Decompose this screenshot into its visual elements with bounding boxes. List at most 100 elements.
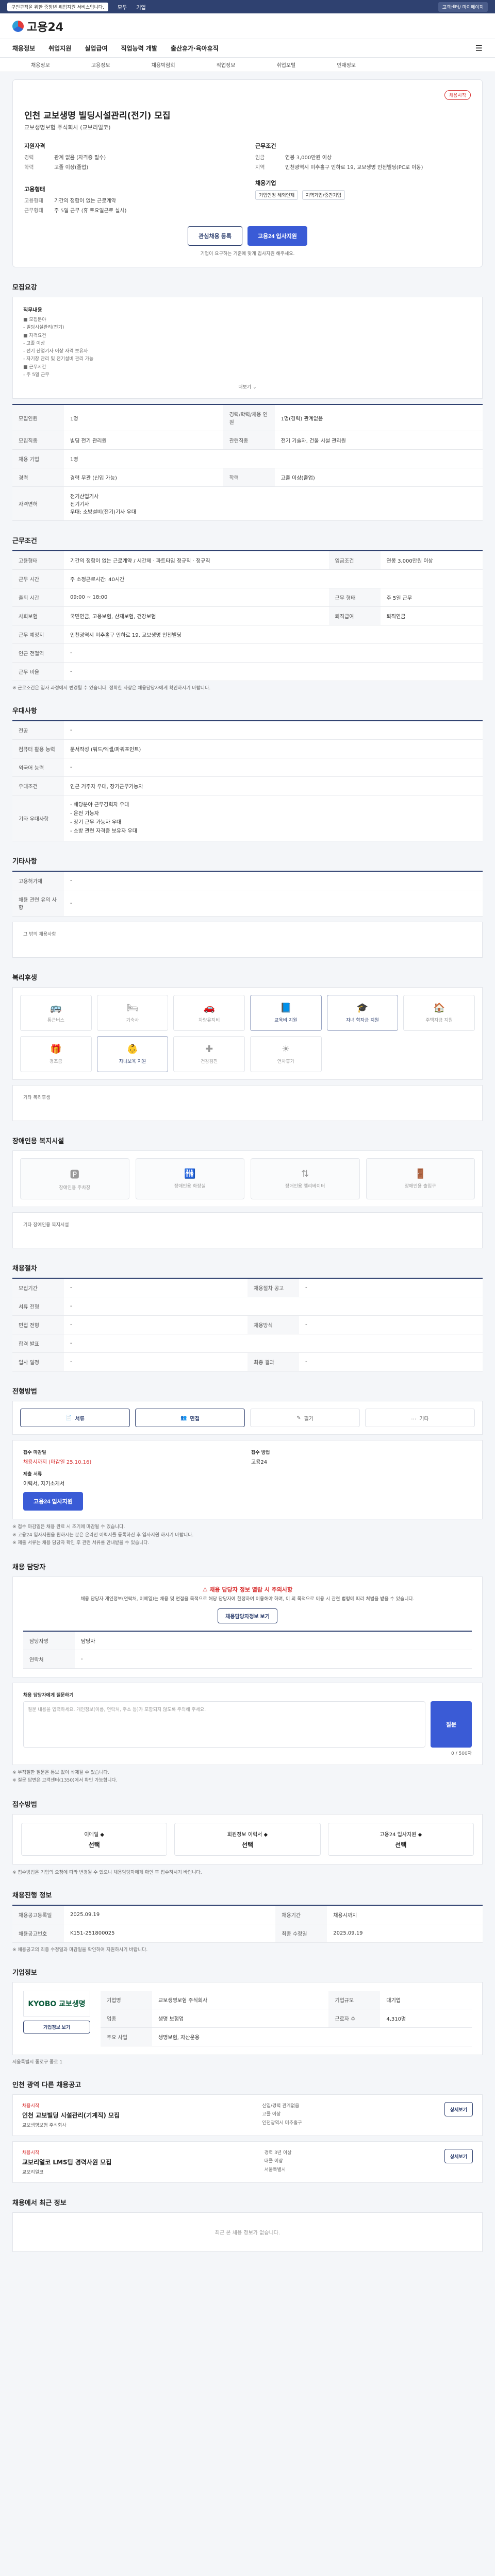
row-value: - xyxy=(64,662,483,682)
table-row: 고용형태 기간의 정함이 없는 근로계약 / 시간제 · 파트타임 정규직 · 정… xyxy=(12,551,483,570)
related-job-card[interactable]: 채용시작 교보리얼코 LMS팀 경력사원 모집 교보리얼코 경력 3년 이상 대… xyxy=(12,2141,483,2183)
kv-value: 기간의 정함이 없는 근로계약 xyxy=(54,198,116,204)
related-company: 교보생명보험 주식회사 xyxy=(22,2123,67,2129)
job-desc-line: - 전기 산업기사 이상 자격 보유자 xyxy=(23,349,88,354)
apply-item: 이메일 ◆ 선택 xyxy=(21,1823,168,1856)
welfare-item: 🎓 자녀 학자금 지원 xyxy=(326,995,399,1031)
method-apply-button[interactable]: 고용24 입사지원 xyxy=(23,1492,84,1511)
logo-text: 고용24 xyxy=(27,21,64,34)
row-value: 담당자 xyxy=(75,1631,472,1650)
qna-textarea[interactable]: 질문 내용을 입력하세요. 개인정보(이름, 연락처, 주소 등)가 포함되지 … xyxy=(23,1701,425,1748)
topbar-right-link[interactable]: 고객센터/ 마이페이지 xyxy=(438,2,488,12)
table-row: 채용공고번호 K151-251800025 최종 수정일 2025.09.19 xyxy=(12,1924,483,1943)
way-label: 접수 방법 xyxy=(251,1450,270,1456)
related-detail-button[interactable]: 상세보기 xyxy=(444,2149,473,2164)
row-label: 사회보험 xyxy=(12,606,64,626)
gnb-item[interactable]: 취업지원 xyxy=(48,44,71,53)
method-step: 👥 면접 xyxy=(135,1409,245,1428)
deadline-label: 접수 마감일 xyxy=(23,1450,46,1456)
related-title[interactable]: 교보리얼코 LMS팀 경력사원 모집 xyxy=(22,2158,111,2166)
row-value: 1명(경력) 관계없음 xyxy=(274,404,483,432)
subnav-item[interactable]: 채용정보 xyxy=(31,61,50,69)
row-value: 인근 거주자 우대, 장기근무가능자 xyxy=(64,776,483,796)
chevron-down-icon: ⌄ xyxy=(253,385,257,391)
company-name[interactable]: 교보생명보험 주식회사 (교보리얼코) xyxy=(24,123,471,131)
row-value: - xyxy=(64,721,483,740)
gift-icon: 🎁 xyxy=(50,1044,62,1055)
company-table: 기업명 교보생명보험 주식회사 기업규모 대기업 업종 생명 보험업 근로자 수 4,310… xyxy=(101,1991,472,2047)
qualification-title: 지원자격 xyxy=(24,143,45,149)
job-desc-line: ■ 근무시간 xyxy=(23,364,46,370)
row-value: 주 5일 근무 xyxy=(380,588,483,607)
subnav-item[interactable]: 고용정보 xyxy=(91,61,110,69)
row-label: 모집인원 xyxy=(12,404,64,432)
section-title-method: 전형방법 xyxy=(12,1388,37,1396)
table-row: 모집인원 1명 경력/학력/채용 인원 1명(경력) 관계없음 xyxy=(12,404,483,432)
contact-warning-desc: 채용 담당자 개인정보(연락처, 이메일)는 채용 및 면접을 목적으로 해당 … xyxy=(80,1597,415,1602)
doc-value: 이력서, 자기소개서 xyxy=(23,1481,64,1487)
gnb-item[interactable]: 채용정보 xyxy=(12,44,35,53)
row-value: - xyxy=(299,1278,483,1298)
welfare-label: 교육비 지원 xyxy=(274,1018,298,1024)
kv-label: 학력 xyxy=(24,165,34,171)
kv-value: 주 5일 근무 (휴 토요일근로 실시) xyxy=(54,208,127,214)
row-value: - xyxy=(64,1278,248,1298)
job-summary-card: 채용시작 인천 교보생명 빌딩시설관리(전기) 모집 교보생명보험 주식회사 (… xyxy=(12,79,483,267)
welfare-label: 경조금 xyxy=(49,1059,62,1065)
row-label: 채용 관련 유의 사항 xyxy=(12,890,64,917)
welfare-grid: 🚌 통근버스 🛏 기숙사 🚗 차량유지비 📘 교육비 지원 🎓 자녀 학자금 지원 🏠 주택… xyxy=(12,987,483,1080)
document-icon: 📄 xyxy=(65,1415,72,1421)
way-value: 고용24 xyxy=(251,1460,268,1466)
apply-button[interactable]: 고용24 입사지원 xyxy=(247,226,307,246)
disability-item: 🚪 장애인용 출입구 xyxy=(366,1158,475,1200)
restroom-icon: 🚻 xyxy=(184,1168,196,1180)
row-value: 빌딩 전기 관리원 xyxy=(64,431,223,450)
qna-label: 채용 담당자에게 질문하기 xyxy=(23,1692,74,1698)
related-title[interactable]: 인천 교보빌딩 시설관리(기계직) 모집 xyxy=(22,2111,120,2120)
sub-nav: 채용정보 고용정보 채용박람회 직업정보 취업포털 인재정보 xyxy=(0,58,495,72)
row-value: 주 소정근로시간: 40시간 xyxy=(64,569,483,589)
job-desc-line: ■ 모집분야 xyxy=(23,317,46,323)
job-title: 인천 교보생명 빌딩시설관리(전기) 모집 xyxy=(24,111,171,121)
save-job-button[interactable]: 관심채용 등록 xyxy=(188,226,242,246)
row-label: 담당자명 xyxy=(23,1631,75,1650)
row-value: - xyxy=(64,1315,248,1335)
apply-value: 선택 xyxy=(395,1841,407,1849)
table-row: 외국어 능력 - xyxy=(12,758,483,777)
row-label: 기업규모 xyxy=(328,1991,381,2010)
table-row: 모집직종 빌딩 전기 관리원 관련직종 전기 기술자, 건물 시설 관리원 xyxy=(12,431,483,450)
gnb-item[interactable]: 직업능력 개발 xyxy=(121,44,157,53)
section-title-welfare: 복리후생 xyxy=(12,974,37,982)
subnav-item[interactable]: 직업정보 xyxy=(217,61,236,69)
subnav-item[interactable]: 취업포털 xyxy=(276,61,295,69)
topbar-link-company[interactable]: 기업 xyxy=(136,3,145,11)
gnb-item[interactable]: 실업급여 xyxy=(85,44,107,53)
site-logo[interactable]: 고용24 xyxy=(12,18,63,35)
topbar-link-all[interactable]: 모두 xyxy=(118,3,127,11)
interview-icon: 👥 xyxy=(180,1415,187,1421)
row-label: 채용기간 xyxy=(275,1905,327,1925)
show-contact-button[interactable]: 채용담당자정보 보기 xyxy=(218,1608,277,1623)
subnav-item[interactable]: 채용박람회 xyxy=(152,61,175,69)
gnb-item[interactable]: 출산휴가·육아휴직 xyxy=(171,44,219,53)
related-job-card[interactable]: 채용시작 인천 교보빌딩 시설관리(기계직) 모집 교보생명보험 주식회사 신입… xyxy=(12,2094,483,2137)
row-label: 기업명 xyxy=(101,1991,152,2010)
section-title-etc: 기타사항 xyxy=(12,858,37,866)
welfare-label: 기숙사 xyxy=(126,1018,139,1024)
company-info-button[interactable]: 기업정보 보기 xyxy=(23,2021,90,2034)
status-table: 채용공고등록일 2025.09.19 채용기간 채용시까지 채용공고번호 K151-25… xyxy=(12,1905,483,1943)
topbar-notice: 구인구직을 위한 중장년 취업지원 서비스입니다. xyxy=(7,2,108,11)
qna-submit-button[interactable]: 질문 xyxy=(431,1701,472,1748)
warning-icon: ⚠ xyxy=(202,1586,208,1594)
related-detail-button[interactable]: 상세보기 xyxy=(444,2102,473,2117)
job-desc-title: 직무내용 xyxy=(23,308,42,313)
menu-icon[interactable]: ☰ xyxy=(475,43,483,53)
more-button[interactable]: 더보기 xyxy=(238,385,251,390)
row-value: 4,310명 xyxy=(380,2009,472,2028)
disability-label: 장애인용 주차장 xyxy=(59,1185,91,1191)
job-desc-line: ■ 자격요건 xyxy=(23,333,46,338)
table-row: 근무 비율 - xyxy=(12,662,483,682)
disability-label: 장애인용 화장실 xyxy=(174,1184,206,1190)
disability-label: 장애인용 출입구 xyxy=(404,1184,436,1190)
subnav-item[interactable]: 인재정보 xyxy=(337,61,356,69)
